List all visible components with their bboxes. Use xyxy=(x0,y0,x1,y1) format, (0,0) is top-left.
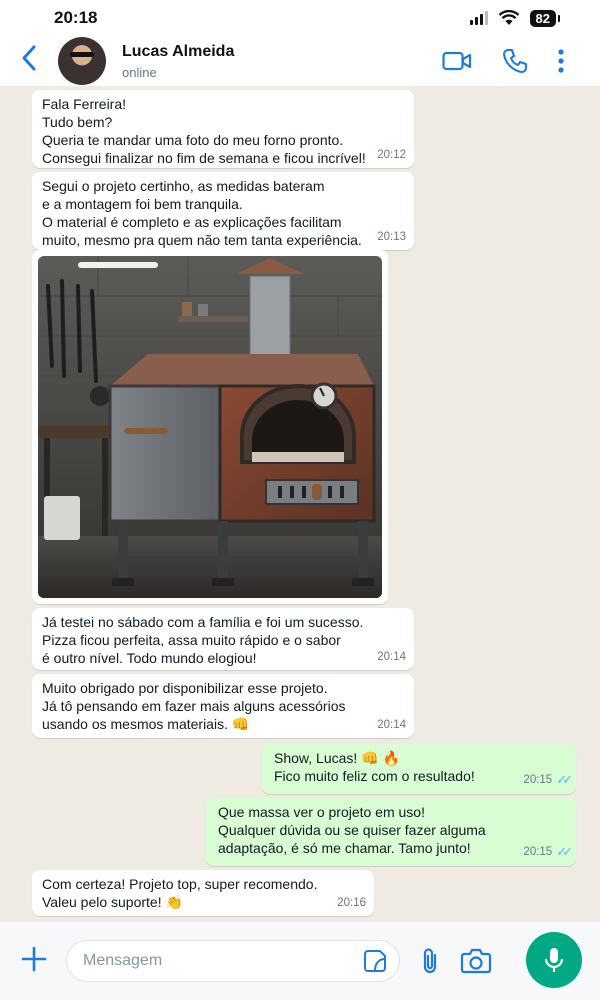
message-incoming[interactable]: Já testei no sábado com a família e foi … xyxy=(32,608,414,670)
message-text: Que massa ver o projeto em uso! Qualquer… xyxy=(218,804,486,856)
video-call-icon[interactable] xyxy=(442,50,472,72)
wood-fired-oven-photo[interactable] xyxy=(38,256,382,598)
message-input[interactable] xyxy=(83,952,343,970)
wifi-icon xyxy=(498,10,519,25)
clock: 20:18 xyxy=(54,8,98,27)
message-outgoing[interactable]: Show, Lucas! 👊 🔥 Fico muito feliz com o … xyxy=(262,744,576,794)
sticker-icon[interactable] xyxy=(363,949,387,973)
chat-area[interactable]: Fala Ferreira! Tudo bem? Queria te manda… xyxy=(0,86,600,922)
message-time: 20:16 xyxy=(337,897,366,910)
more-options-icon[interactable] xyxy=(558,49,564,73)
message-text: Segui o projeto certinho, as medidas bat… xyxy=(42,178,362,248)
message-incoming[interactable]: Fala Ferreira! Tudo bem? Queria te manda… xyxy=(32,90,414,168)
read-receipt-icon: ✓✓ xyxy=(556,772,573,788)
attach-plus-icon[interactable] xyxy=(16,942,52,981)
message-input-container[interactable] xyxy=(66,940,400,982)
contact-status: online xyxy=(122,64,157,80)
camera-icon[interactable] xyxy=(460,948,492,974)
battery-indicator: 82 xyxy=(529,9,561,27)
microphone-button[interactable] xyxy=(526,932,582,988)
message-text: Show, Lucas! 👊 🔥 Fico muito feliz com o … xyxy=(274,750,475,784)
message-text: Muito obrigado por disponibilizar esse p… xyxy=(42,680,346,732)
message-incoming[interactable]: Segui o projeto certinho, as medidas bat… xyxy=(32,172,414,250)
message-image[interactable] xyxy=(32,250,388,604)
message-time: 20:15 xyxy=(523,846,553,859)
chat-header: Lucas Almeida online xyxy=(0,36,600,86)
message-text: Com certeza! Projeto top, super recomend… xyxy=(42,876,318,910)
message-time: 20:15 xyxy=(523,774,553,787)
contact-name: Lucas Almeida xyxy=(122,42,235,60)
read-receipt-icon: ✓✓ xyxy=(556,844,573,860)
message-outgoing[interactable]: Que massa ver o projeto em uso! Qualquer… xyxy=(206,798,576,866)
message-time: 20:13 xyxy=(377,231,406,244)
microphone-icon xyxy=(544,948,564,972)
signal-icon xyxy=(469,11,488,25)
back-icon[interactable] xyxy=(12,45,46,77)
message-text: Já testei no sábado com a família e foi … xyxy=(42,614,364,666)
status-icons: 82 xyxy=(469,9,561,27)
message-incoming[interactable]: Com certeza! Projeto top, super recomend… xyxy=(32,870,374,916)
contact-info[interactable]: Lucas Almeida online xyxy=(122,43,442,80)
message-incoming[interactable]: Muito obrigado por disponibilizar esse p… xyxy=(32,674,414,738)
voice-call-icon[interactable] xyxy=(502,48,528,74)
composer-bar xyxy=(0,922,600,1000)
message-time: 20:14 xyxy=(377,651,406,664)
message-time: 20:14 xyxy=(377,719,406,732)
paperclip-icon[interactable] xyxy=(420,947,440,975)
message-text: Fala Ferreira! Tudo bem? Queria te manda… xyxy=(42,96,366,166)
message-time: 20:12 xyxy=(377,149,406,162)
avatar[interactable] xyxy=(58,37,106,85)
status-bar: 20:18 82 xyxy=(0,0,600,36)
